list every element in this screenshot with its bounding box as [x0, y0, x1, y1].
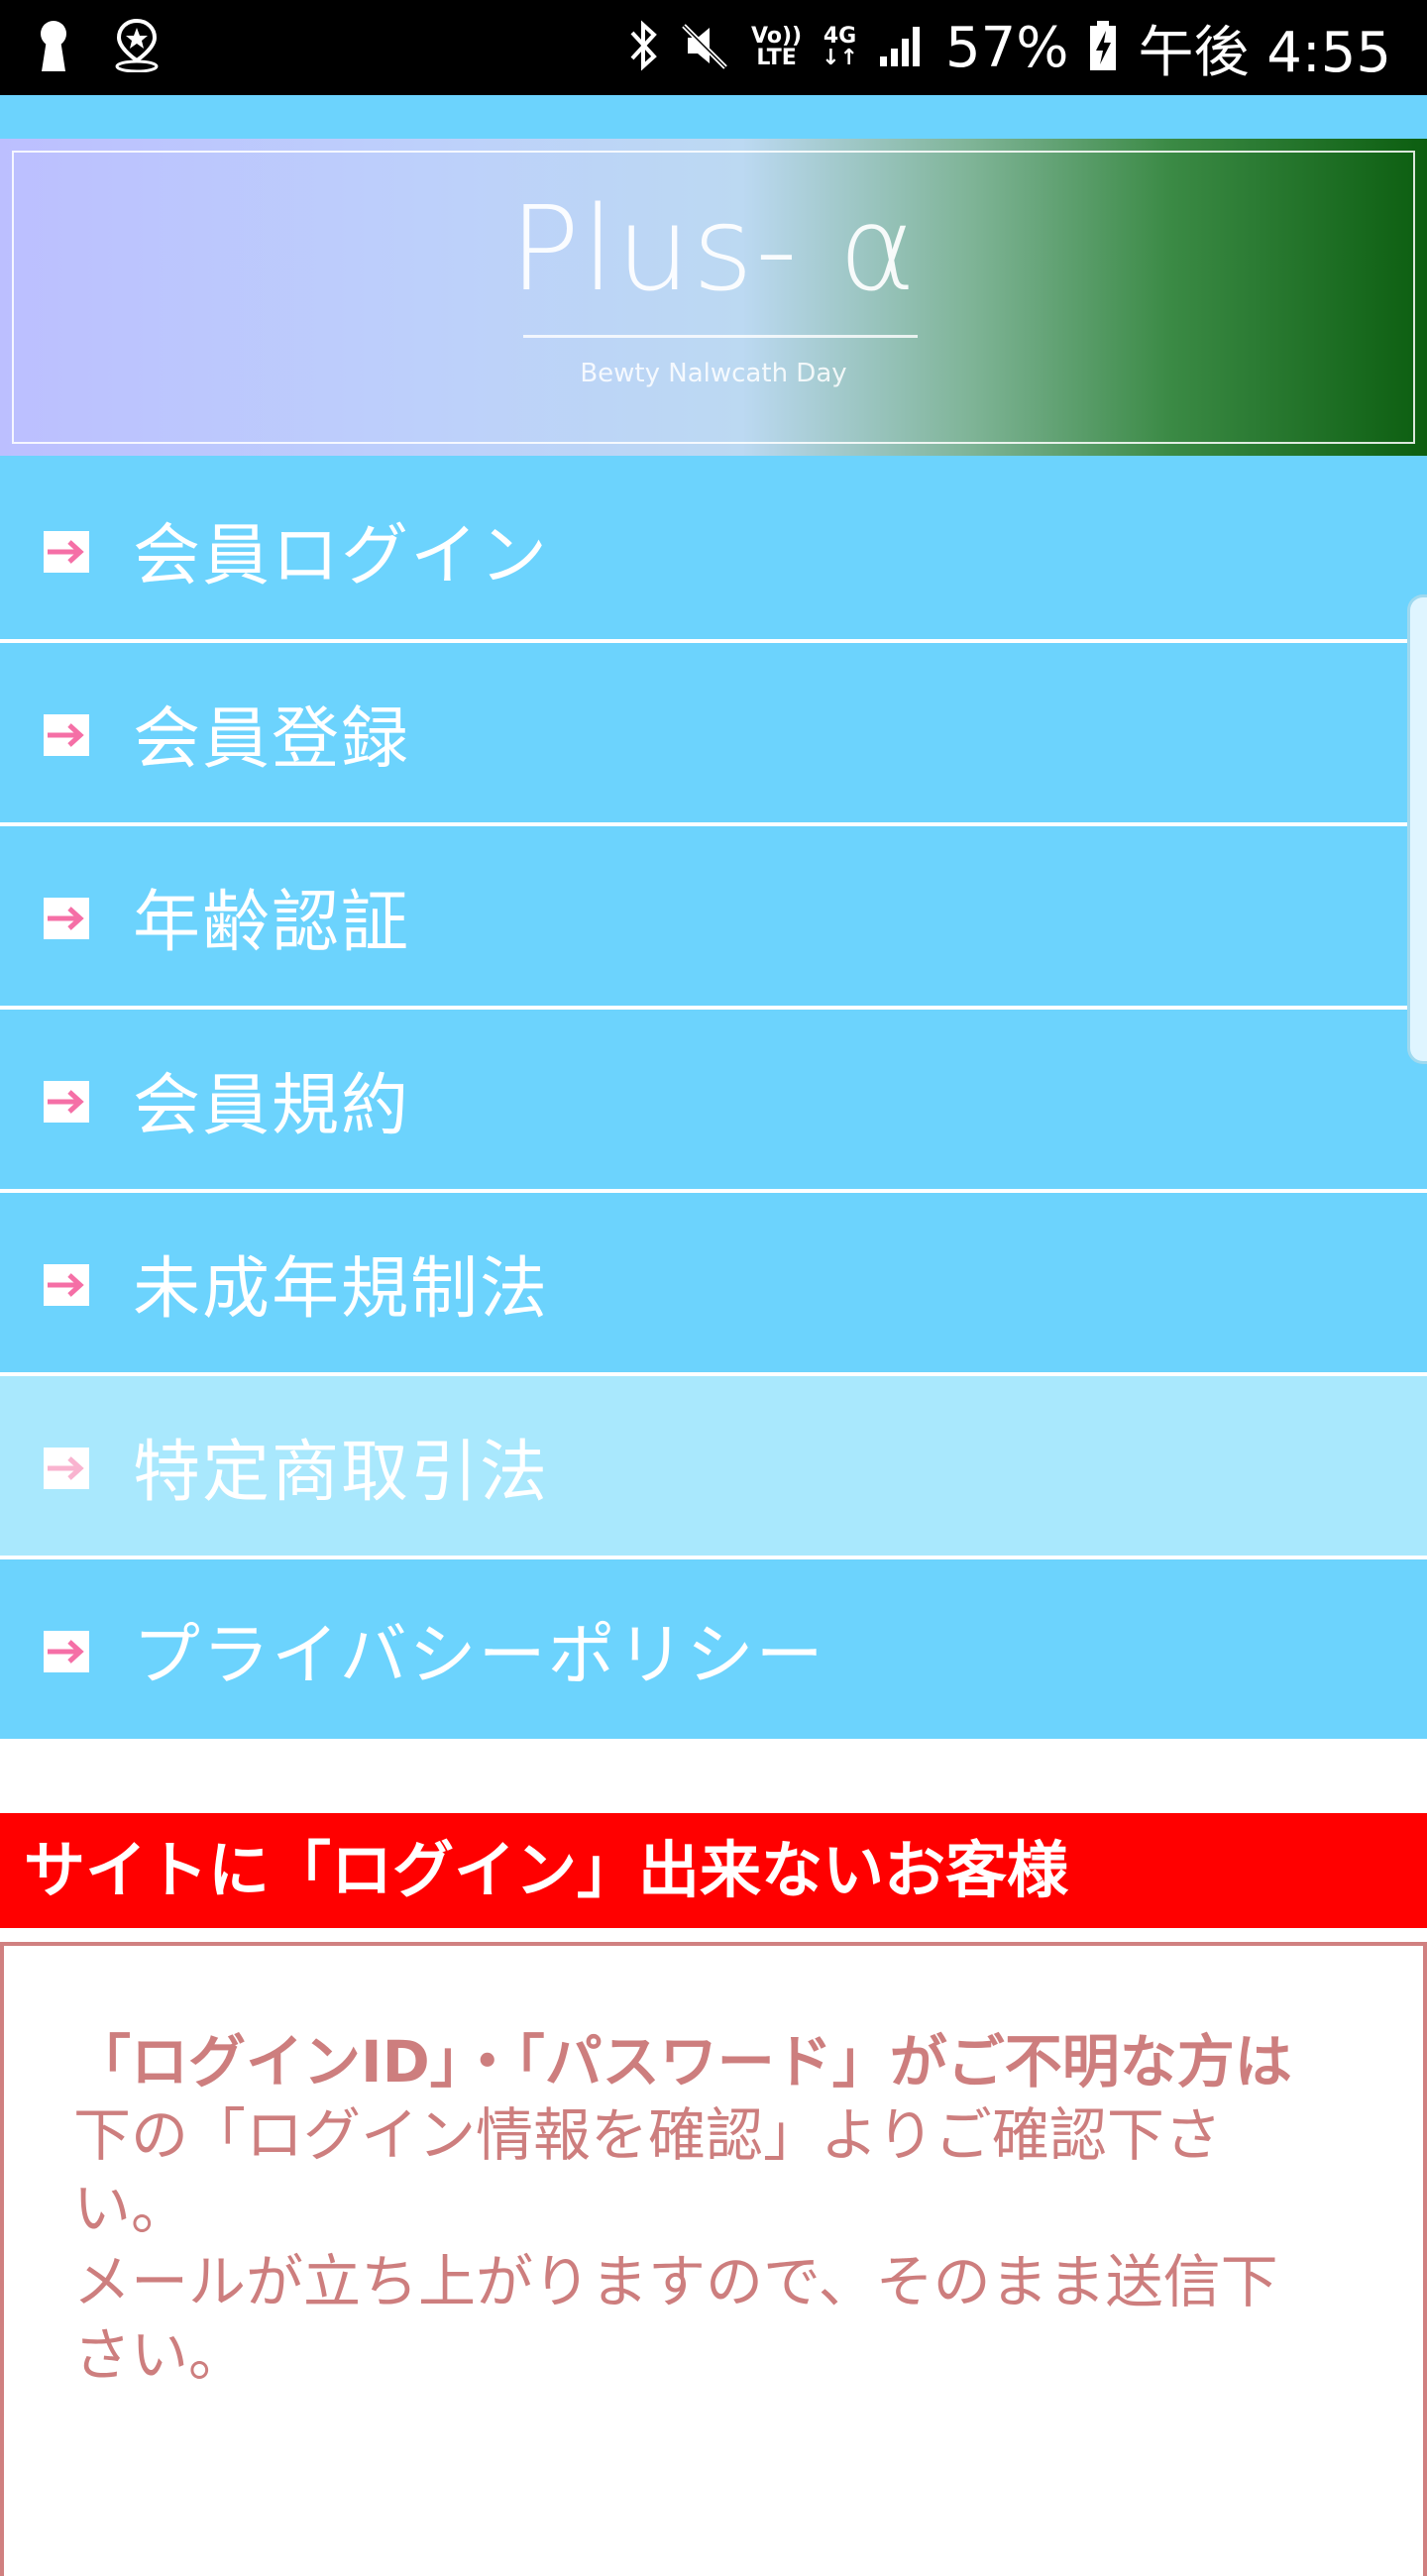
- site-banner[interactable]: Plus- α Bewty Nalwcath Day: [0, 139, 1427, 456]
- notice-line-mail: メールが立ち上がりますので、そのまま送信下さい。: [73, 2248, 1278, 2389]
- battery-percent: 57%: [944, 15, 1069, 80]
- notice-heading: サイトに「ログイン」出来ないお客様: [0, 1813, 1427, 1928]
- notice-line-confirm: 下の「ログイン情報を確認」よりご確認下さい。: [73, 2101, 1222, 2242]
- battery-charging-icon: [1088, 19, 1118, 76]
- site-logo-subtitle: Bewty Nalwcath Day: [580, 359, 847, 388]
- menu-item-member-register[interactable]: 会員登録: [0, 643, 1427, 826]
- arrow-right-icon: [44, 1081, 89, 1123]
- menu-item-label: 未成年規制法: [133, 1250, 550, 1329]
- header-band: Plus- α Bewty Nalwcath Day: [0, 95, 1427, 460]
- menu-item-age-verification[interactable]: 年齢認証: [0, 826, 1427, 1010]
- menu-item-privacy-policy[interactable]: プライバシーポリシー: [0, 1559, 1427, 1739]
- menu-item-label: 会員規約: [133, 1067, 411, 1145]
- network-4g-icon: 4G ↓↑: [822, 24, 858, 70]
- logo-divider: [523, 335, 918, 338]
- menu-item-minors-law[interactable]: 未成年規制法: [0, 1193, 1427, 1376]
- menu-item-label: 特定商取引法: [133, 1434, 550, 1512]
- menu-item-label: 年齢認証: [133, 884, 411, 962]
- arrow-right-icon: [44, 714, 89, 756]
- menu-item-label: プライバシーポリシー: [133, 1617, 825, 1695]
- arrow-right-icon: [44, 1448, 89, 1489]
- signal-icon: [878, 23, 926, 72]
- location-star-icon: [113, 18, 161, 76]
- clock: 午後 4:55: [1138, 20, 1391, 85]
- menu-item-member-login[interactable]: 会員ログイン: [0, 460, 1427, 643]
- menu-item-commercial-transactions[interactable]: 特定商取引法: [0, 1376, 1427, 1559]
- main-menu: 会員ログイン 会員登録 年齢認証 会員規約 未成年規制法 特定商取引法 プライバ…: [0, 460, 1427, 1739]
- keyhole-icon: [36, 20, 71, 75]
- menu-item-label: 会員ログイン: [133, 517, 550, 595]
- volte-icon: Vo)) LTE: [751, 24, 803, 70]
- notice-body: 「ログインID」・「パスワード」がご不明な方は 下の「ログイン情報を確認」よりご…: [73, 2025, 1312, 2392]
- status-bar: Vo)) LTE 4G ↓↑ 57% 午後 4:55: [0, 0, 1427, 95]
- bluetooth-icon: [626, 19, 660, 76]
- arrow-right-icon: [44, 898, 89, 939]
- menu-item-member-terms[interactable]: 会員規約: [0, 1010, 1427, 1193]
- menu-item-label: 会員登録: [133, 700, 411, 779]
- mute-icon: [680, 20, 731, 75]
- arrow-right-icon: [44, 531, 89, 573]
- arrow-right-icon: [44, 1631, 89, 1672]
- notice-bold-line: 「ログインID」・「パスワード」がご不明な方は: [73, 2028, 1292, 2095]
- side-panel-handle[interactable]: [1407, 594, 1427, 1064]
- site-logo-title: Plus- α: [508, 180, 919, 317]
- notice-box: 「ログインID」・「パスワード」がご不明な方は 下の「ログイン情報を確認」よりご…: [0, 1942, 1427, 2576]
- arrow-right-icon: [44, 1264, 89, 1306]
